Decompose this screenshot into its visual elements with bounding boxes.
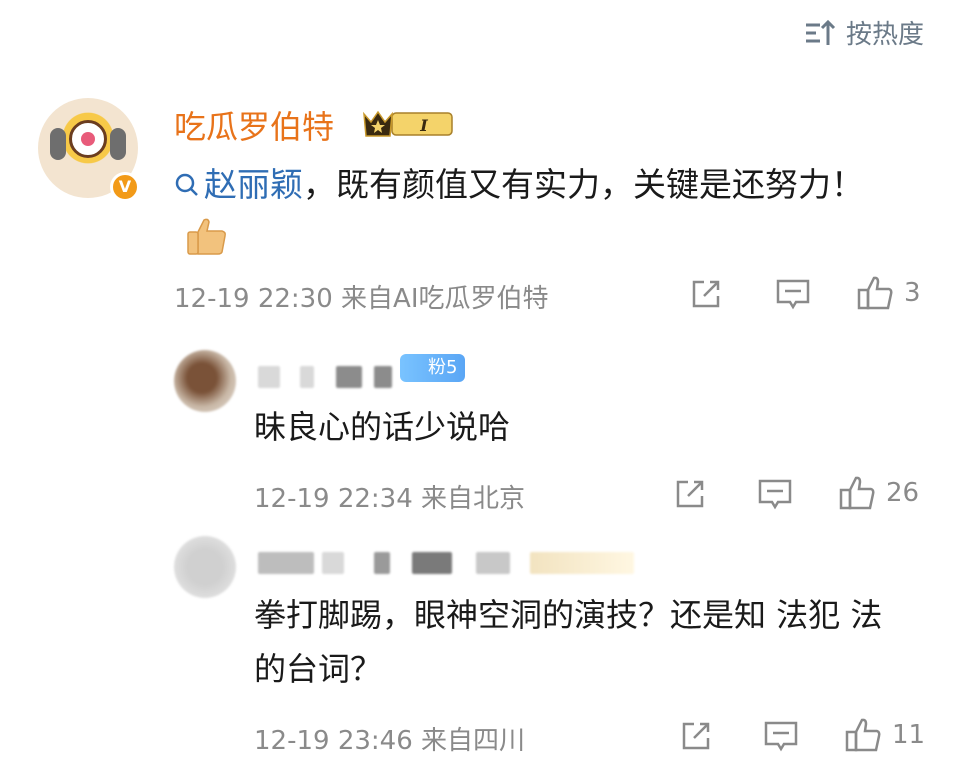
comment-source: 来自北京	[421, 484, 526, 514]
blurred-username-part	[322, 552, 344, 574]
comment-icon	[776, 279, 810, 310]
blurred-badge	[530, 552, 634, 574]
blurred-username-part	[374, 366, 392, 388]
mascot-eye	[69, 120, 107, 158]
verified-badge: V	[110, 172, 140, 202]
blurred-username-part	[476, 552, 510, 574]
sort-label: 按热度	[845, 20, 924, 50]
reply-button[interactable]	[762, 718, 800, 754]
blurred-username-part	[336, 366, 362, 388]
blurred-username-part	[374, 552, 390, 574]
topic-text: 赵丽颖	[204, 165, 303, 204]
comment-source: 来自AI吃瓜罗伯特	[341, 284, 549, 314]
like-count: 3	[904, 278, 921, 308]
level-badge-text: I	[419, 116, 428, 135]
thumbs-up-icon	[839, 476, 875, 510]
comment-time: 22:34	[337, 484, 413, 514]
comment-meta: 12-19 23:46 来自四川	[254, 720, 525, 757]
comment-meta: 12-19 22:30 来自AI吃瓜罗伯特	[174, 278, 549, 315]
share-icon	[682, 722, 710, 750]
blurred-username-part	[258, 552, 314, 574]
sort-by-hot-button[interactable]: 按热度	[804, 14, 924, 51]
comment-icon	[758, 479, 792, 510]
like-count: 11	[892, 720, 926, 750]
thumbs-up-icon	[845, 718, 881, 752]
headphone-right	[110, 128, 126, 160]
comment-source: 来自四川	[421, 726, 526, 756]
comment-date: 12-19	[254, 726, 330, 756]
blurred-username-part	[412, 552, 452, 574]
username[interactable]: 吃瓜罗伯特	[174, 102, 334, 148]
comment-text: 昧良心的话少说哈	[254, 408, 511, 446]
avatar[interactable]: V	[38, 98, 140, 202]
comment-date: 12-19	[174, 284, 250, 314]
topic-link[interactable]: 赵丽颖	[174, 165, 303, 204]
comment-meta: 12-19 22:34 来自北京	[254, 478, 525, 515]
comment-text: 赵丽颖，既有颜值又有实力，关键是还努力！	[174, 158, 914, 266]
blurred-username-part	[300, 366, 314, 388]
reply-button[interactable]	[756, 476, 794, 512]
like-button[interactable]: 3	[856, 274, 921, 312]
sort-icon	[805, 19, 836, 45]
comment-time: 22:30	[257, 284, 333, 314]
share-icon	[676, 480, 704, 508]
fan-level-badge: 粉5	[400, 354, 466, 382]
comment-text: 拳打脚踢，眼神空洞的演技？还是知 法犯 法的台词？	[254, 596, 883, 688]
comment-body: ，既有颜值又有实力，关键是还努力！	[303, 165, 864, 204]
share-icon	[692, 280, 720, 308]
thumbs-up-icon	[857, 276, 893, 310]
like-count: 26	[886, 478, 920, 508]
search-icon	[175, 173, 198, 196]
thumbs-up-emoji-icon	[187, 218, 226, 255]
crown-level-badge: I	[363, 110, 453, 137]
blurred-username-part	[258, 366, 280, 388]
avatar[interactable]	[174, 350, 236, 412]
share-button[interactable]	[678, 718, 714, 754]
share-button[interactable]	[688, 276, 724, 312]
like-button[interactable]: 11	[844, 716, 925, 754]
headphone-left	[50, 128, 66, 160]
like-button[interactable]: 26	[838, 474, 919, 512]
comment-date: 12-19	[254, 484, 330, 514]
comment-icon	[764, 721, 798, 752]
share-button[interactable]	[672, 476, 708, 512]
comment-time: 23:46	[337, 726, 413, 756]
reply-button[interactable]	[774, 276, 812, 312]
avatar[interactable]	[174, 536, 236, 598]
